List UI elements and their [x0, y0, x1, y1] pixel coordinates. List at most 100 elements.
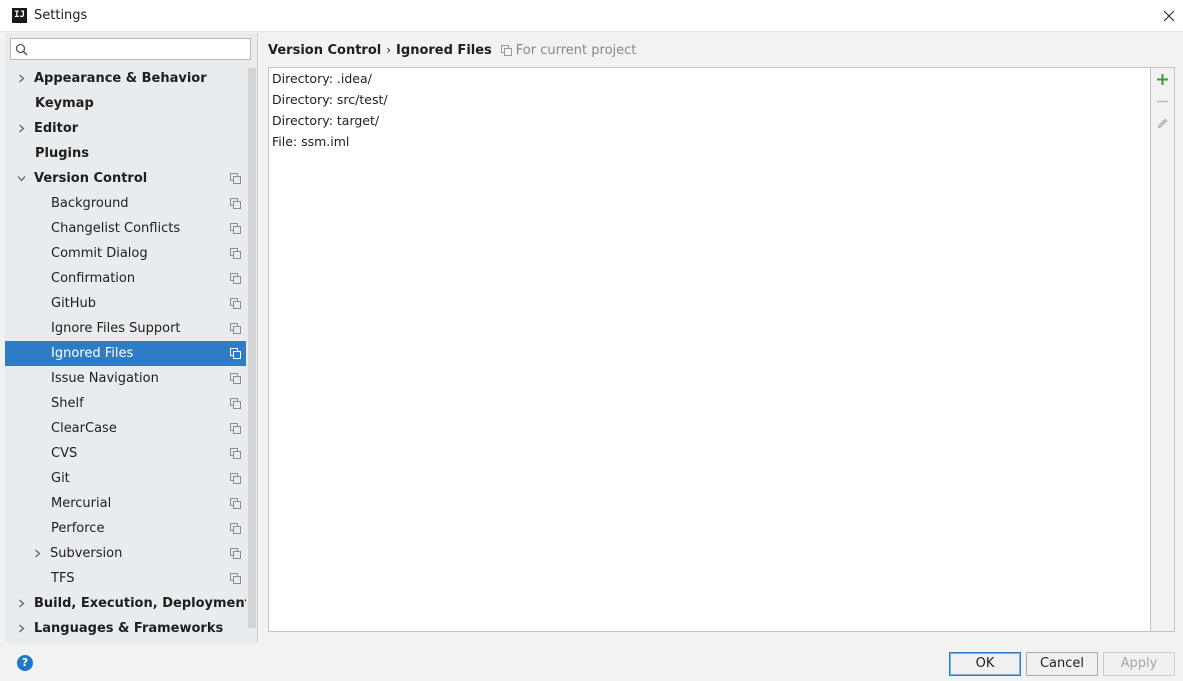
help-button[interactable]: ? — [17, 655, 33, 671]
close-icon — [1163, 10, 1175, 22]
close-button[interactable] — [1155, 0, 1183, 32]
project-scope-icon — [230, 573, 241, 584]
tree-item-label: Mercurial — [51, 496, 112, 511]
list-item[interactable]: Directory: .idea/ — [269, 68, 1150, 89]
tree-item-clearcase[interactable]: ClearCase — [5, 416, 246, 441]
chevron-right-icon[interactable] — [17, 124, 26, 133]
tree-item-label: ClearCase — [51, 421, 117, 436]
project-scope-icon — [230, 548, 241, 559]
tree-item-label: Build, Execution, Deployment — [34, 596, 251, 611]
add-button[interactable] — [1151, 68, 1174, 90]
search-input[interactable] — [31, 40, 246, 58]
tree-item-background[interactable]: Background — [5, 191, 246, 216]
search-icon — [15, 43, 28, 56]
tree-item-label: Git — [51, 471, 70, 486]
intellij-app-icon: IJ — [12, 8, 27, 23]
breadcrumb: Version Control › Ignored Files For curr… — [268, 41, 636, 59]
project-scope-icon — [230, 273, 241, 284]
breadcrumb-parent[interactable]: Version Control — [268, 43, 381, 58]
ignored-files-list[interactable]: Directory: .idea/Directory: src/test/Dir… — [268, 67, 1151, 632]
tree-item-keymap[interactable]: Keymap — [5, 91, 246, 116]
scope-label: For current project — [515, 42, 637, 58]
sidebar-scrollbar[interactable] — [246, 66, 257, 636]
settings-content: Version Control › Ignored Files For curr… — [258, 33, 1183, 643]
tree-item-shelf[interactable]: Shelf — [5, 391, 246, 416]
window-title: Settings — [34, 8, 88, 23]
project-scope-icon — [230, 298, 241, 309]
tree-item-git[interactable]: Git — [5, 466, 246, 491]
project-scope-icon — [230, 498, 241, 509]
tree-item-label: Issue Navigation — [51, 371, 159, 386]
chevron-right-icon[interactable] — [17, 74, 26, 83]
project-scope-icon — [230, 398, 241, 409]
tree-item-tfs[interactable]: TFS — [5, 566, 246, 591]
cancel-button[interactable]: Cancel — [1026, 652, 1098, 676]
list-item[interactable]: File: ssm.iml — [269, 131, 1150, 152]
tree-item-changelist-conflicts[interactable]: Changelist Conflicts — [5, 216, 246, 241]
tree-item-label: GitHub — [51, 296, 97, 311]
tree-item-label: Shelf — [51, 396, 84, 411]
tree-item-editor[interactable]: Editor — [5, 116, 246, 141]
tree-item-version-control[interactable]: Version Control — [5, 166, 246, 191]
chevron-right-icon[interactable] — [17, 624, 26, 633]
tree-item-label: Languages & Frameworks — [34, 621, 224, 636]
edit-button[interactable] — [1151, 112, 1174, 134]
settings-tree: Appearance & Behavior Keymap Editor Plugins… — [5, 66, 257, 641]
tree-item-label: Ignored Files — [51, 346, 134, 361]
project-scope-icon — [230, 348, 241, 359]
tree-item-cvs[interactable]: CVS — [5, 441, 246, 466]
tree-item-build-execution-deployment[interactable]: Build, Execution, Deployment — [5, 591, 251, 616]
plus-icon — [1157, 73, 1168, 85]
tree-item-github[interactable]: GitHub — [5, 291, 246, 316]
project-scope-icon — [230, 523, 241, 534]
title-bar: IJ Settings — [0, 0, 1183, 32]
pencil-icon — [1157, 118, 1168, 129]
tree-item-appearance-behavior[interactable]: Appearance & Behavior — [5, 66, 246, 91]
tree-item-issue-navigation[interactable]: Issue Navigation — [5, 366, 246, 391]
tree-item-label: TFS — [51, 571, 75, 586]
tree-item-ignore-files-support[interactable]: Ignore Files Support — [5, 316, 246, 341]
tree-item-mercurial[interactable]: Mercurial — [5, 491, 246, 516]
settings-sidebar: Appearance & Behavior Keymap Editor Plugins… — [5, 33, 258, 643]
tree-item-languages-frameworks[interactable]: Languages & Frameworks — [5, 616, 246, 641]
search-box[interactable] — [10, 38, 251, 60]
tree-item-label: Editor — [34, 121, 79, 136]
project-scope-icon — [230, 173, 241, 184]
chevron-right-icon[interactable] — [33, 549, 42, 558]
remove-button[interactable] — [1151, 90, 1174, 112]
dialog-footer: ? OK Cancel Apply — [0, 643, 1183, 681]
tree-item-label: Plugins — [35, 146, 89, 161]
project-scope-icon — [230, 198, 241, 209]
project-scope-icon — [230, 448, 241, 459]
breadcrumb-separator: › — [386, 43, 392, 57]
project-scope-icon — [230, 223, 241, 234]
apply-button[interactable]: Apply — [1103, 652, 1175, 676]
tree-item-label: Ignore Files Support — [51, 321, 181, 336]
chevron-right-icon[interactable] — [17, 599, 26, 608]
project-scope-icon — [230, 373, 241, 384]
ok-button[interactable]: OK — [949, 652, 1021, 676]
list-item[interactable]: Directory: src/test/ — [269, 89, 1150, 110]
tree-item-label: CVS — [51, 446, 78, 461]
tree-item-label: Background — [51, 196, 129, 211]
tree-item-label: Keymap — [35, 96, 94, 111]
tree-item-label: Confirmation — [51, 271, 136, 286]
tree-item-plugins[interactable]: Plugins — [5, 141, 246, 166]
sidebar-scrollbar-thumb[interactable] — [248, 68, 256, 628]
project-scope-icon — [230, 248, 241, 259]
tree-item-label: Commit Dialog — [51, 246, 148, 261]
minus-icon — [1157, 100, 1168, 102]
project-scope-icon — [230, 423, 241, 434]
tree-item-label: Perforce — [51, 521, 105, 536]
tree-item-subversion[interactable]: Subversion — [5, 541, 246, 566]
chevron-down-icon[interactable] — [17, 174, 26, 183]
tree-item-confirmation[interactable]: Confirmation — [5, 266, 246, 291]
tree-item-commit-dialog[interactable]: Commit Dialog — [5, 241, 246, 266]
tree-item-label: Version Control — [34, 171, 148, 186]
project-scope-icon — [230, 473, 241, 484]
tree-item-perforce[interactable]: Perforce — [5, 516, 246, 541]
project-scope-icon — [500, 44, 512, 56]
list-item[interactable]: Directory: target/ — [269, 110, 1150, 131]
tree-item-ignored-files[interactable]: Ignored Files — [5, 341, 257, 366]
tree-item-label: Appearance & Behavior — [34, 71, 207, 86]
